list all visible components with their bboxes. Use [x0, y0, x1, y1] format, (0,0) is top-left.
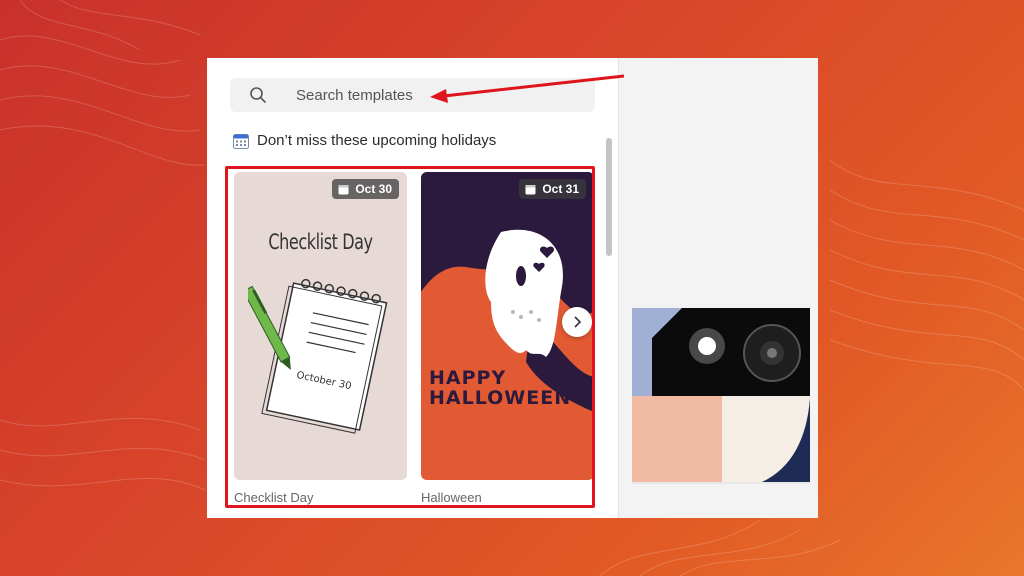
scrollbar[interactable]	[606, 138, 612, 256]
templates-panel: Search templates Don’t miss these upcomi…	[207, 58, 818, 518]
templates-pane: Search templates Don’t miss these upcomi…	[207, 58, 618, 518]
search-input[interactable]: Search templates	[230, 78, 595, 112]
thumbnail-divider	[632, 482, 810, 484]
annotation-highlight-box	[225, 166, 595, 508]
template-thumbnail[interactable]	[632, 308, 810, 482]
search-placeholder: Search templates	[296, 87, 413, 104]
section-heading: Don’t miss these upcoming holidays	[233, 132, 496, 149]
section-title-text: Don’t miss these upcoming holidays	[257, 132, 497, 149]
calendar-icon	[233, 133, 249, 149]
search-icon	[250, 87, 266, 103]
